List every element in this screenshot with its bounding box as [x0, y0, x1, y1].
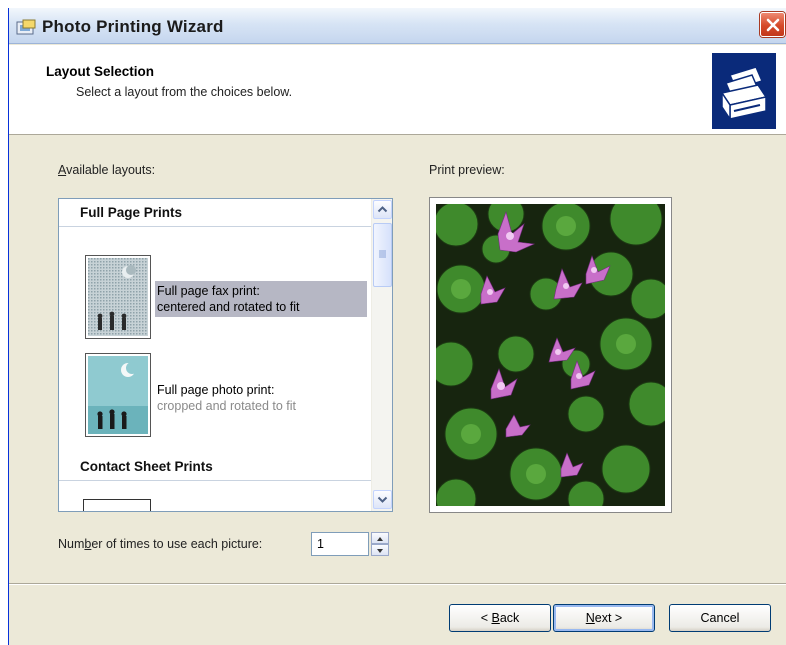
page-subtitle: Select a layout from the choices below. [76, 85, 293, 99]
group-header-contact-sheet-prints: Contact Sheet Prints [59, 453, 371, 481]
available-layouts-label: Available layouts: [58, 163, 156, 177]
print-preview-image [436, 204, 665, 506]
fax-print-thumbnail [85, 255, 151, 339]
scroll-up-button[interactable] [373, 200, 392, 219]
print-preview-label: Print preview: [429, 163, 505, 177]
photo-print-description: Full page photo print: cropped and rotat… [157, 383, 296, 413]
fax-print-description: Full page fax print: centered and rotate… [155, 281, 367, 317]
close-button[interactable] [760, 12, 785, 37]
spin-up-button[interactable] [371, 532, 389, 544]
window-title: Photo Printing Wizard [42, 17, 224, 36]
triangle-up-icon [377, 537, 383, 541]
spin-down-button[interactable] [371, 544, 389, 556]
scroll-thumb[interactable] [373, 223, 392, 287]
chevron-up-icon [377, 206, 388, 213]
wizard-window: Photo Printing Wizard Layout Selection S… [8, 8, 786, 645]
grip-icon [379, 250, 386, 258]
copies-input[interactable] [311, 532, 369, 556]
layout-item-full-page-fax[interactable]: Full page fax print: centered and rotate… [59, 251, 371, 341]
photo-print-thumbnail [85, 353, 151, 437]
layout-item-full-page-photo[interactable]: Full page photo print: cropped and rotat… [59, 349, 371, 441]
copies-spinner[interactable] [371, 532, 389, 556]
chevron-down-icon [377, 496, 388, 503]
layouts-listbox[interactable]: Full Page Prints Full page fax print: ce… [58, 198, 393, 512]
group-header-full-page-prints: Full Page Prints [59, 199, 371, 227]
button-separator [9, 583, 786, 585]
layouts-scrollbar[interactable] [371, 199, 392, 511]
triangle-down-icon [377, 549, 383, 553]
title-bar[interactable]: Photo Printing Wizard [9, 8, 786, 44]
copies-label: Number of times to use each picture: [58, 537, 263, 551]
close-icon [766, 18, 780, 32]
scroll-down-button[interactable] [373, 490, 392, 509]
cancel-button[interactable]: Cancel [669, 604, 771, 632]
printer-icon [712, 53, 776, 129]
wizard-header: Layout Selection Select a layout from th… [9, 45, 786, 135]
next-button[interactable]: Next > [553, 604, 655, 632]
print-preview-frame [429, 197, 672, 513]
back-button[interactable]: < Back [449, 604, 551, 632]
contact-sheet-thumbnail [83, 499, 151, 511]
photo-printing-app-icon [15, 19, 37, 37]
page-title: Layout Selection [46, 64, 155, 79]
